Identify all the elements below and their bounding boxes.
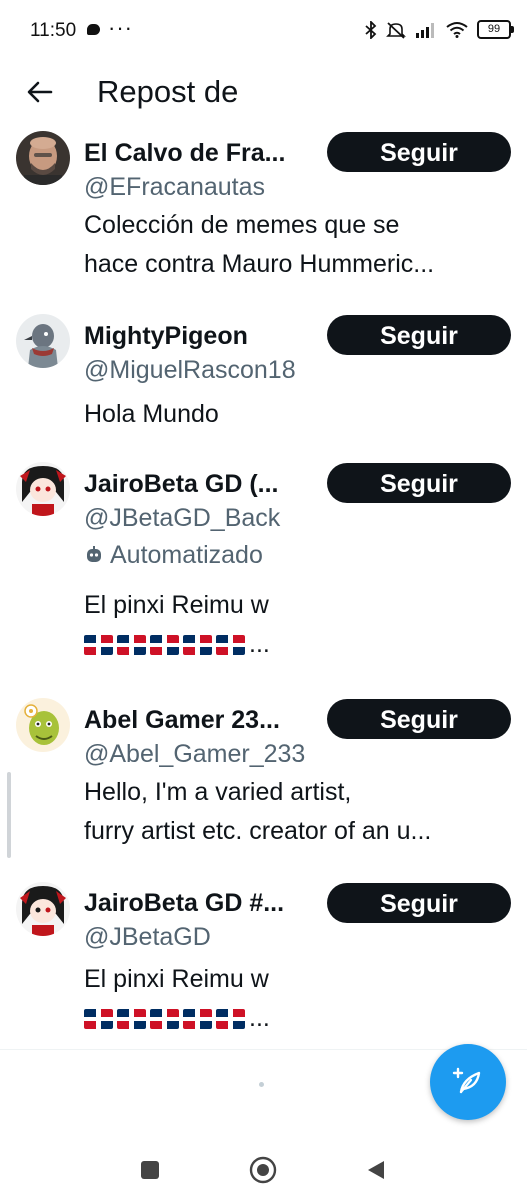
automated-label: Automatizado <box>84 540 263 570</box>
bluetooth-icon <box>365 20 377 39</box>
dominican-flag-icon <box>183 1008 212 1029</box>
user-handle: @MiguelRascon18 <box>84 356 296 384</box>
compose-button[interactable] <box>430 1044 506 1120</box>
user-display-name[interactable]: El Calvo de Fra... <box>84 138 316 168</box>
bio-ellipsis: ... <box>249 1004 270 1032</box>
user-cell[interactable]: MightyPigeon Seguir @MiguelRascon18 Hola… <box>0 304 527 452</box>
home-button[interactable] <box>243 1150 283 1190</box>
user-avatar-image <box>16 131 70 185</box>
user-handle: @JBetaGD_Back <box>84 504 281 532</box>
battery-icon: 99 <box>477 20 514 39</box>
dominican-flag-icon <box>84 1008 113 1029</box>
follow-button[interactable]: Seguir <box>327 132 511 172</box>
avatar[interactable] <box>16 314 70 368</box>
user-cell[interactable]: El Calvo de Fra... Seguir @EFracanautas … <box>0 124 527 304</box>
bio-line: Hello, I'm a varied artist, <box>84 778 352 806</box>
user-bio: Colección de memes que se hace contra Ma… <box>84 206 509 284</box>
status-bar: 11:50 ··· 99 <box>0 0 527 62</box>
page-indicator-dot <box>259 1082 264 1087</box>
dominican-flag-icon <box>150 634 179 655</box>
user-display-name[interactable]: Abel Gamer 23... <box>84 705 316 735</box>
recents-square-icon <box>141 1161 159 1179</box>
user-handle: @JBetaGD <box>84 923 211 951</box>
dominican-flag-icon <box>117 634 146 655</box>
chat-icon <box>87 24 100 35</box>
compose-feather-icon <box>452 1067 481 1094</box>
automated-text: Automatizado <box>110 541 263 569</box>
user-cell[interactable]: JairoBeta GD (... Seguir @JBetaGD_Back A… <box>0 452 527 688</box>
more-notifications-icon: ··· <box>108 15 133 40</box>
follow-button[interactable]: Seguir <box>327 463 511 503</box>
signal-icon <box>416 22 434 38</box>
mute-icon <box>386 21 406 39</box>
user-bio: El pinxi Reimu w ... <box>84 586 509 664</box>
back-button[interactable] <box>22 74 58 110</box>
status-time: 11:50 <box>30 20 77 41</box>
avatar[interactable] <box>16 698 70 752</box>
bio-line: Colección de memes que se <box>84 211 400 239</box>
recents-button[interactable] <box>130 1150 170 1190</box>
avatar[interactable] <box>16 882 70 936</box>
page-title: Repost de <box>97 74 239 109</box>
avatar[interactable] <box>16 462 70 516</box>
home-circle-icon <box>249 1156 277 1184</box>
bio-line: Hola Mundo <box>84 400 219 428</box>
user-display-name[interactable]: MightyPigeon <box>84 321 316 351</box>
user-handle: @EFracanautas <box>84 173 266 201</box>
system-nav-bar <box>0 1130 527 1200</box>
bio-line: El pinxi Reimu w <box>84 591 269 619</box>
bot-icon <box>87 546 101 562</box>
follow-button[interactable]: Seguir <box>327 315 511 355</box>
user-avatar-image <box>16 882 70 936</box>
dominican-flag-icon <box>117 1008 146 1029</box>
user-display-name[interactable]: JairoBeta GD (... <box>84 469 316 499</box>
follow-button[interactable]: Seguir <box>327 699 511 739</box>
dominican-flag-icon <box>84 634 113 655</box>
bio-line: hace contra Mauro Hummeric... <box>84 250 435 278</box>
flags-line: ... <box>84 625 509 664</box>
user-avatar-image <box>16 314 70 368</box>
user-avatar-image <box>16 462 70 516</box>
bio-ellipsis: ... <box>249 630 270 658</box>
user-cell[interactable]: JairoBeta GD #... Seguir @JBetaGD El pin… <box>0 872 527 1048</box>
wifi-icon <box>446 22 468 38</box>
user-display-name[interactable]: JairoBeta GD #... <box>84 888 316 918</box>
avatar[interactable] <box>16 131 70 185</box>
follow-button[interactable]: Seguir <box>327 883 511 923</box>
user-avatar-image <box>16 698 70 752</box>
scrollbar[interactable] <box>7 772 11 858</box>
user-cell[interactable]: Abel Gamer 23... Seguir @Abel_Gamer_233 … <box>0 688 527 872</box>
bio-line: furry artist etc. creator of an u... <box>84 817 432 845</box>
user-bio: El pinxi Reimu w ... <box>84 960 509 1038</box>
dominican-flag-icon <box>150 1008 179 1029</box>
back-triangle-icon <box>368 1161 384 1179</box>
dominican-flag-icon <box>216 634 245 655</box>
back-nav-button[interactable] <box>356 1150 396 1190</box>
user-handle: @Abel_Gamer_233 <box>84 740 306 768</box>
arrow-left-icon <box>27 81 53 103</box>
flags-line: ... <box>84 999 509 1038</box>
user-bio: Hello, I'm a varied artist, furry artist… <box>84 773 509 851</box>
user-bio: Hola Mundo <box>84 395 509 434</box>
dominican-flag-icon <box>183 634 212 655</box>
bio-line: El pinxi Reimu w <box>84 965 269 993</box>
top-app-bar: Repost de <box>0 62 527 124</box>
dominican-flag-icon <box>216 1008 245 1029</box>
